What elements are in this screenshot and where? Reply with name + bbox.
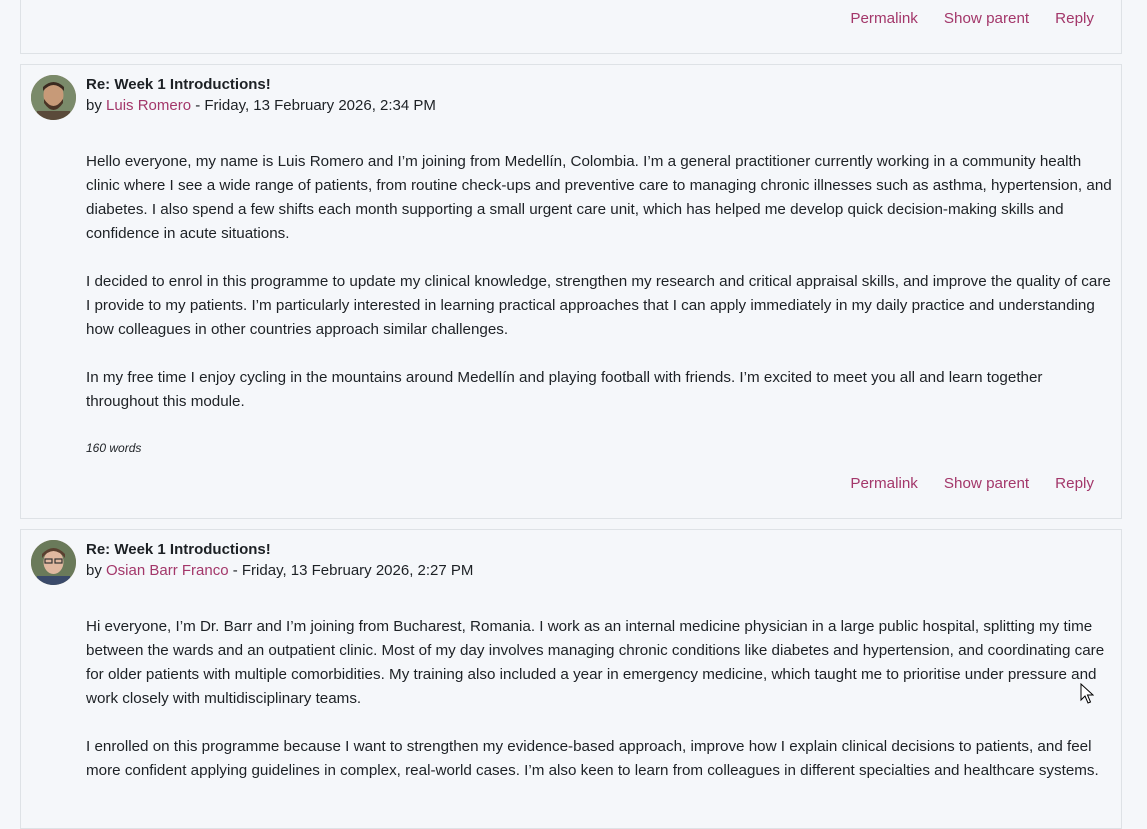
post-date: - Friday, 13 February 2026, 2:34 PM <box>195 97 436 114</box>
post-byline: by Luis Romero - Friday, 13 February 202… <box>86 97 436 114</box>
avatar[interactable] <box>31 75 76 120</box>
show-parent-link[interactable]: Show parent <box>944 475 1029 492</box>
word-count: 160 words <box>86 441 142 455</box>
post-paragraph: In my free time I enjoy cycling in the m… <box>86 369 1043 410</box>
post-content: Hello everyone, my name is Luis Romero a… <box>86 150 1116 438</box>
post-title: Re: Week 1 Introductions! <box>86 541 271 558</box>
permalink-link[interactable]: Permalink <box>850 10 918 27</box>
post-paragraph: Hi everyone, I’m Dr. Barr and I’m joinin… <box>86 618 1105 707</box>
post-content: Hi everyone, I’m Dr. Barr and I’m joinin… <box>86 615 1116 807</box>
author-link[interactable]: Luis Romero <box>106 97 191 114</box>
avatar[interactable] <box>31 540 76 585</box>
mouse-cursor-icon <box>1080 682 1095 709</box>
reply-link[interactable]: Reply <box>1055 10 1094 27</box>
author-link[interactable]: Osian Barr Franco <box>106 562 229 579</box>
post-date: - Friday, 13 February 2026, 2:27 PM <box>232 562 474 579</box>
post-byline: by Osian Barr Franco - Friday, 13 Februa… <box>86 562 473 579</box>
by-label: by <box>86 562 102 579</box>
by-label: by <box>86 97 102 114</box>
post-paragraph: Hello everyone, my name is Luis Romero a… <box>86 153 1112 242</box>
post-paragraph: I enrolled on this programme because I w… <box>86 738 1099 779</box>
reply-link[interactable]: Reply <box>1055 475 1094 492</box>
post-title: Re: Week 1 Introductions! <box>86 76 271 93</box>
forum-post: Re: Week 1 Introductions! by Luis Romero… <box>20 64 1122 519</box>
forum-post: Permalink Show parent Reply <box>20 0 1122 54</box>
post-paragraph: I decided to enrol in this programme to … <box>86 273 1111 338</box>
post-actions: Permalink Show parent Reply <box>850 10 1094 27</box>
permalink-link[interactable]: Permalink <box>850 475 918 492</box>
show-parent-link[interactable]: Show parent <box>944 10 1029 27</box>
forum-post: Re: Week 1 Introductions! by Osian Barr … <box>20 529 1122 829</box>
post-actions: Permalink Show parent Reply <box>850 475 1094 492</box>
